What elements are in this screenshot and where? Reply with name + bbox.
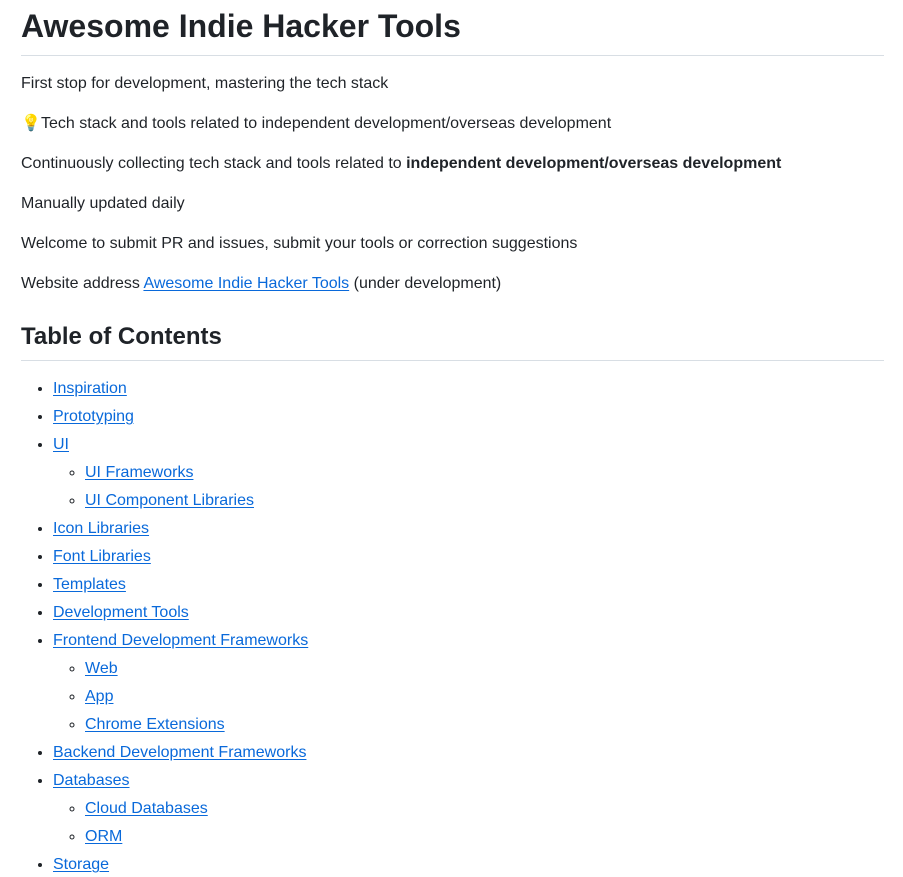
toc-link-prototyping[interactable]: Prototyping: [53, 408, 134, 425]
toc-subitem: Cloud Databases: [85, 797, 884, 821]
toc-item: Inspiration: [53, 377, 884, 401]
toc-subitem: UI Component Libraries: [85, 489, 884, 513]
toc-link-app[interactable]: App: [85, 688, 113, 705]
website-link[interactable]: Awesome Indie Hacker Tools: [143, 275, 349, 292]
toc-link-templates[interactable]: Templates: [53, 576, 126, 593]
toc-item: Backend Development Frameworks: [53, 741, 884, 765]
toc-item: Prototyping: [53, 405, 884, 429]
toc-subitem: UI Frameworks: [85, 461, 884, 485]
toc-item: Frontend Development Frameworks Web App …: [53, 629, 884, 737]
toc-item: Development Tools: [53, 601, 884, 625]
toc-link-font-libraries[interactable]: Font Libraries: [53, 548, 151, 565]
toc-subitem: Chrome Extensions: [85, 713, 884, 737]
readme-content: Awesome Indie Hacker Tools First stop fo…: [0, 0, 903, 877]
website-status: (under development): [349, 275, 502, 292]
toc-link-ui-component-libraries[interactable]: UI Component Libraries: [85, 492, 254, 509]
toc-sublist-databases: Cloud Databases ORM: [53, 797, 884, 849]
toc-link-frontend-frameworks[interactable]: Frontend Development Frameworks: [53, 632, 308, 649]
toc-link-development-tools[interactable]: Development Tools: [53, 604, 189, 621]
toc-item: UI UI Frameworks UI Component Libraries: [53, 433, 884, 513]
toc-link-ui-frameworks[interactable]: UI Frameworks: [85, 464, 193, 481]
toc-link-orm[interactable]: ORM: [85, 828, 122, 845]
toc-link-icon-libraries[interactable]: Icon Libraries: [53, 520, 149, 537]
intro-line-1: First stop for development, mastering th…: [21, 75, 389, 92]
toc-link-databases[interactable]: Databases: [53, 772, 130, 789]
intro-line-3: Continuously collecting tech stack and t…: [21, 152, 884, 176]
toc-link-inspiration[interactable]: Inspiration: [53, 380, 127, 397]
toc-item: Font Libraries: [53, 545, 884, 569]
toc-link-backend-frameworks[interactable]: Backend Development Frameworks: [53, 744, 306, 761]
intro-line-6: Website address Awesome Indie Hacker Too…: [21, 272, 884, 296]
intro-line-3-bold: independent development/overseas develop…: [406, 155, 782, 172]
intro-line-5: Welcome to submit PR and issues, submit …: [21, 235, 578, 252]
toc-sublist-ui: UI Frameworks UI Component Libraries: [53, 461, 884, 513]
toc-list: Inspiration Prototyping UI UI Frameworks…: [21, 377, 884, 877]
toc-heading: Table of Contents: [21, 320, 884, 361]
intro-line-3-text: Continuously collecting tech stack and t…: [21, 155, 407, 172]
toc-link-ui[interactable]: UI: [53, 436, 69, 453]
lightbulb-icon: 💡: [21, 115, 41, 132]
toc-item: Databases Cloud Databases ORM: [53, 769, 884, 849]
toc-link-chrome-extensions[interactable]: Chrome Extensions: [85, 716, 225, 733]
toc-subitem: Web: [85, 657, 884, 681]
website-label: Website address: [21, 275, 140, 292]
toc-item: Icon Libraries: [53, 517, 884, 541]
toc-sublist-frontend: Web App Chrome Extensions: [53, 657, 884, 737]
toc-subitem: ORM: [85, 825, 884, 849]
toc-item: Storage: [53, 853, 884, 877]
toc-subitem: App: [85, 685, 884, 709]
toc-link-cloud-databases[interactable]: Cloud Databases: [85, 800, 208, 817]
toc-item: Templates: [53, 573, 884, 597]
page-title: Awesome Indie Hacker Tools: [21, 0, 884, 56]
intro-line-4: Manually updated daily: [21, 195, 185, 212]
intro-line-2: 💡Tech stack and tools related to indepen…: [21, 112, 884, 136]
toc-link-storage[interactable]: Storage: [53, 856, 109, 873]
intro-line-2-text: Tech stack and tools related to independ…: [41, 115, 612, 132]
toc-link-web[interactable]: Web: [85, 660, 118, 677]
